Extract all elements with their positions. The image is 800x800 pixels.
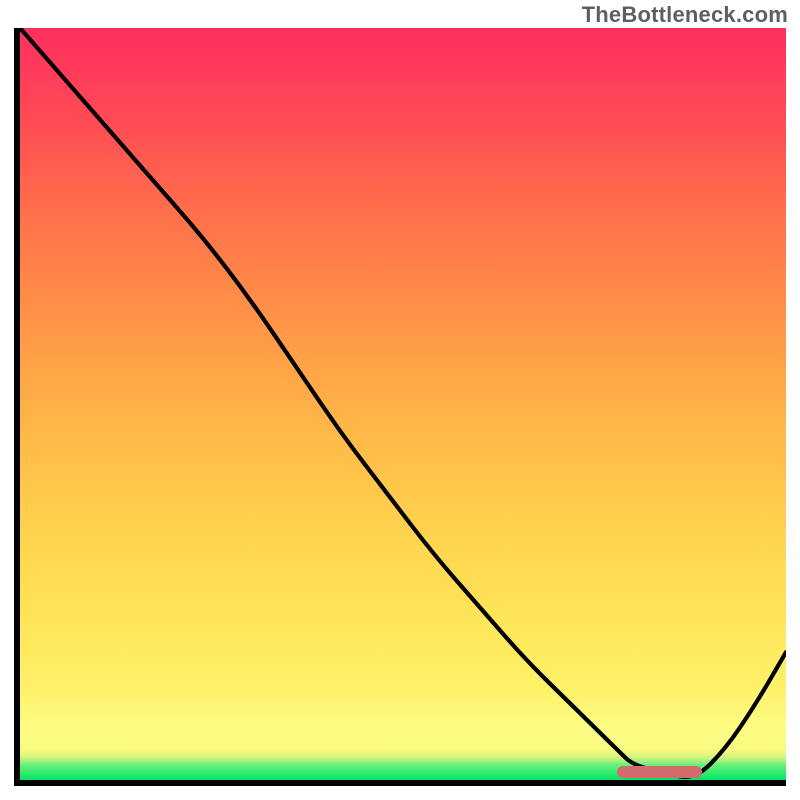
optimal-range-marker xyxy=(617,766,701,778)
plot-area xyxy=(14,28,786,786)
attribution-text: TheBottleneck.com xyxy=(582,2,788,28)
chart-container: TheBottleneck.com xyxy=(0,0,800,800)
bottleneck-curve xyxy=(20,28,786,780)
